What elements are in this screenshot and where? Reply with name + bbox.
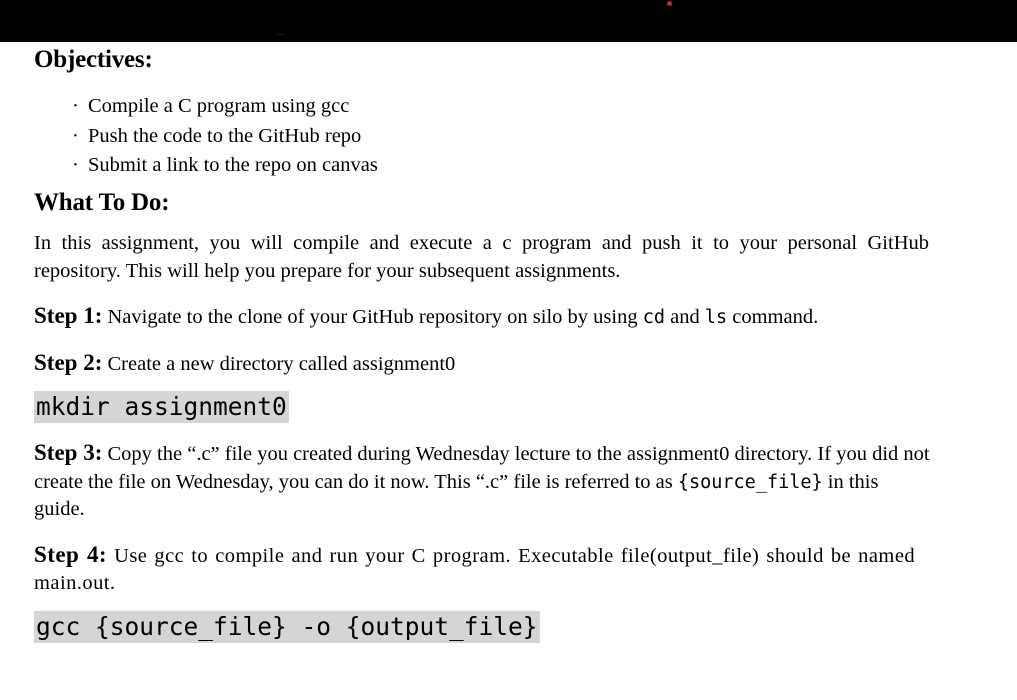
step-1-text-middle: and [664, 306, 705, 328]
step-1-label: Step 1: [34, 303, 103, 328]
window-chrome-bar [0, 0, 1017, 42]
objectives-heading: Objectives: [34, 46, 153, 73]
step-4-label: Step 4: [34, 541, 108, 567]
list-item: · Submit a link to the repo on canvas [34, 151, 983, 181]
step-4-text: Use gcc to compile and run your C progra… [34, 544, 916, 595]
code-block-gcc: gcc {source_file} -o {output_file} [34, 598, 983, 643]
document-page: Objectives: · Compile a C program using … [0, 42, 1017, 700]
bullet-icon: · [72, 154, 79, 177]
inline-code-source-file: {source_file} [677, 471, 823, 493]
document-content: Objectives: · Compile a C program using … [0, 42, 1017, 643]
step-2-paragraph: Step 2: Create a new directory called as… [34, 332, 934, 379]
code-block-mkdir-text: mkdir assignment0 [34, 391, 289, 423]
list-item-label: Compile a C program using gcc [88, 95, 350, 118]
objectives-list: · Compile a C program using gcc · Push t… [34, 73, 983, 181]
inline-code-cd: cd [642, 307, 665, 328]
what-to-do-intro-paragraph: In this assignment, you will compile and… [34, 232, 929, 282]
list-item: · Push the code to the GitHub repo [34, 122, 983, 152]
step-2-text: Create a new directory called assignment… [102, 352, 456, 375]
bullet-icon: · [72, 124, 79, 147]
step-4-paragraph: Step 4: Use gcc to compile and run your … [34, 524, 934, 598]
code-block-mkdir: mkdir assignment0 [34, 378, 983, 423]
list-item-label: Submit a link to the repo on canvas [88, 154, 378, 177]
step-1-text-after: command. [727, 306, 819, 328]
list-item-label: Push the code to the GitHub repo [88, 124, 362, 147]
step-1-paragraph: Step 1: Navigate to the clone of your Gi… [34, 285, 934, 332]
list-item: · Compile a C program using gcc [34, 92, 983, 122]
bullet-icon: · [72, 95, 79, 118]
recording-dot-icon [667, 1, 672, 6]
code-block-gcc-text: gcc {source_file} -o {output_file} [34, 610, 540, 643]
step-3-paragraph: Step 3: Copy the “.c” file you created d… [34, 422, 934, 524]
inline-code-ls: ls [704, 307, 728, 328]
step-2-label: Step 2: [34, 349, 103, 375]
what-to-do-heading: What To Do: [34, 188, 170, 216]
step-1-text-before: Navigate to the clone of your GitHub rep… [102, 306, 643, 328]
step-3-label: Step 3: [34, 440, 103, 465]
